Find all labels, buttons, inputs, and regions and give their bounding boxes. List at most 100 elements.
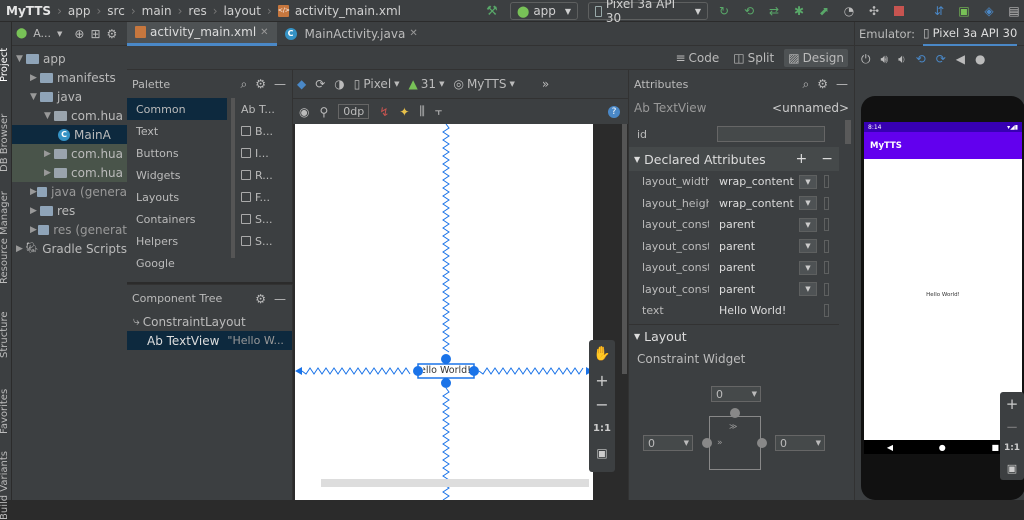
tab-activity-main-xml[interactable]: activity_main.xml ✕ <box>127 21 277 46</box>
right-constraint-handle[interactable] <box>757 438 767 448</box>
palette-item-button[interactable]: B... <box>241 120 273 142</box>
tree-node-textview[interactable]: Ab TextView "Hello W... <box>127 331 292 350</box>
apply-changes-icon[interactable]: ⟲ <box>741 3 757 19</box>
canvas-vscrollbar[interactable] <box>622 124 627 374</box>
night-mode-icon[interactable]: ◑ <box>334 77 344 91</box>
volume-up-icon[interactable]: 🔊︎ <box>881 52 889 67</box>
design-mode-button[interactable]: ▨ Design <box>784 48 848 67</box>
attribute-value[interactable]: parent <box>709 261 799 274</box>
chevron-down-icon[interactable]: ▼ <box>44 111 54 121</box>
resource-picker-icon[interactable] <box>824 282 829 296</box>
project-tree-node[interactable]: ▼ java <box>12 87 127 106</box>
rotate-right-icon[interactable]: ⟳ <box>936 52 946 66</box>
chevron-right-icon[interactable]: ▶ <box>44 149 54 159</box>
clear-constraints-icon[interactable]: ↯ <box>379 105 389 119</box>
rerun-icon[interactable]: ↻ <box>716 3 732 19</box>
actual-size-button[interactable]: 1:1 <box>589 416 615 440</box>
project-tree-node[interactable]: ▶ res <box>12 201 127 220</box>
canvas-textview[interactable]: Hello World! <box>423 365 471 377</box>
run-config-dropdown[interactable]: ⬤ app ▼ <box>510 2 578 20</box>
nav-back-icon[interactable]: ◀ <box>887 443 893 452</box>
attribute-value[interactable]: parent <box>709 240 799 253</box>
left-constraint-handle[interactable] <box>702 438 712 448</box>
chevron-right-icon[interactable]: ▶ <box>16 244 26 254</box>
palette-category-containers[interactable]: Containers <box>127 208 227 230</box>
attach-debugger-icon[interactable]: ⬈ <box>816 3 832 19</box>
palette-item-switch[interactable]: S... <box>241 230 272 252</box>
gear-icon[interactable]: ⚙ <box>817 77 828 91</box>
home-icon[interactable]: ● <box>975 52 985 66</box>
search-icon[interactable]: ⌕ <box>241 77 248 92</box>
attribute-value[interactable]: Hello World! <box>709 304 799 317</box>
debug-icon[interactable]: ✱ <box>791 3 807 19</box>
resource-picker-icon[interactable] <box>824 261 829 274</box>
layout-inspector-icon[interactable]: ▤ <box>1006 3 1022 19</box>
project-view-selector[interactable]: A... <box>33 27 51 40</box>
device-dropdown[interactable]: Pixel 3a API 30 ▼ <box>588 0 708 25</box>
minimize-icon[interactable]: — <box>274 292 286 306</box>
attach-icon[interactable]: ✣ <box>866 3 882 19</box>
attribute-value[interactable]: parent <box>709 218 799 231</box>
minimize-icon[interactable]: — <box>274 77 286 91</box>
breadcrumb-res[interactable]: res <box>188 4 206 18</box>
layout-section-header[interactable]: ▼ Layout <box>629 324 839 348</box>
gradle-sync-icon[interactable]: ⇵ <box>931 3 947 19</box>
declared-attribute-row[interactable]: layout_constra...parent▼ <box>629 236 839 257</box>
declared-attribute-row[interactable]: text Hello World! <box>629 300 839 321</box>
chevron-down-icon[interactable]: ▼ <box>799 174 817 189</box>
attribute-value[interactable]: wrap_content <box>709 197 799 210</box>
power-icon[interactable]: ⏻ <box>861 52 871 67</box>
chevron-down-icon[interactable]: ▼ <box>16 54 26 64</box>
gear-icon[interactable]: ⚙ <box>107 27 118 41</box>
code-mode-button[interactable]: ≡ Code <box>671 49 723 67</box>
align-icon[interactable]: ⫼ <box>419 104 425 119</box>
top-constraint-handle[interactable] <box>730 408 740 418</box>
declared-attribute-row[interactable]: layout_constra...parent▼ <box>629 257 839 278</box>
breadcrumb-src[interactable]: src <box>107 4 125 18</box>
chevron-right-icon[interactable]: ▶ <box>30 187 37 197</box>
project-tree-node[interactable]: ▶ res (generat <box>12 220 127 239</box>
palette-category-google[interactable]: Google <box>127 252 227 274</box>
declared-attribute-row[interactable]: layout_constra...parent▼ <box>629 279 839 300</box>
right-margin-dropdown[interactable]: 0 ▼ <box>775 435 825 451</box>
palette-item-textview[interactable]: Ab T... <box>241 98 275 120</box>
palette-item-scrollview[interactable]: S... <box>241 208 272 230</box>
add-attribute-icon[interactable]: + <box>796 151 808 167</box>
palette-category-buttons[interactable]: Buttons <box>127 142 227 164</box>
guidelines-icon[interactable]: ⫟ <box>435 104 442 119</box>
project-tree-node[interactable]: ▼ app <box>12 49 127 68</box>
tool-window-db-browser[interactable]: DB Browser <box>0 114 10 172</box>
palette-category-common[interactable]: Common <box>127 98 227 120</box>
left-margin-dropdown[interactable]: 0 ▼ <box>643 435 693 451</box>
stop-icon[interactable] <box>891 3 907 19</box>
project-tree-node[interactable]: C MainA <box>12 125 127 144</box>
project-tree-node[interactable]: ▶ com.hua <box>12 144 127 163</box>
chevron-right-icon[interactable]: ▶ <box>30 206 40 216</box>
fit-screen-icon[interactable]: ▣ <box>1000 458 1024 478</box>
project-tree-node[interactable]: ▶ java (genera <box>12 182 127 201</box>
locate-icon[interactable]: ⊕ <box>74 27 84 41</box>
project-tree-node[interactable]: ▼ com.hua <box>12 106 127 125</box>
breadcrumb-app[interactable]: app <box>68 4 91 18</box>
breadcrumb-layout[interactable]: layout <box>224 4 261 18</box>
palette-category-helpers[interactable]: Helpers <box>127 230 227 252</box>
chevron-right-icon[interactable]: ▶ <box>30 225 38 235</box>
attribute-value[interactable]: wrap_content <box>709 175 799 188</box>
chevron-down-icon[interactable]: ▼ <box>799 217 817 232</box>
chevron-down-icon[interactable]: ▼ <box>799 260 817 275</box>
tool-window-build-variants[interactable]: Build Variants <box>0 451 10 520</box>
tool-window-resource-manager[interactable]: Resource Manager <box>0 191 10 284</box>
chevron-right-icon[interactable]: ▶ <box>30 73 40 83</box>
api-selector[interactable]: ▲ 31 ▼ <box>409 77 445 91</box>
chevron-down-icon[interactable]: ▼ <box>799 282 817 296</box>
gear-icon[interactable]: ⚙ <box>255 292 266 306</box>
project-tree-node[interactable]: ▶ 🐘︎ Gradle Scripts <box>12 239 127 258</box>
attribute-value[interactable]: parent <box>709 283 799 296</box>
profile-icon[interactable]: ◔ <box>841 3 857 19</box>
search-icon[interactable]: ⌕ <box>803 77 810 92</box>
emulator-device-tab[interactable]: ▯ Pixel 3a API 30 <box>922 22 1018 46</box>
palette-scrollbar[interactable] <box>231 98 235 258</box>
default-margin-field[interactable]: 0dp <box>338 104 370 119</box>
remove-attribute-icon[interactable]: − <box>821 151 833 167</box>
tool-window-favorites[interactable]: Favorites <box>0 389 10 434</box>
